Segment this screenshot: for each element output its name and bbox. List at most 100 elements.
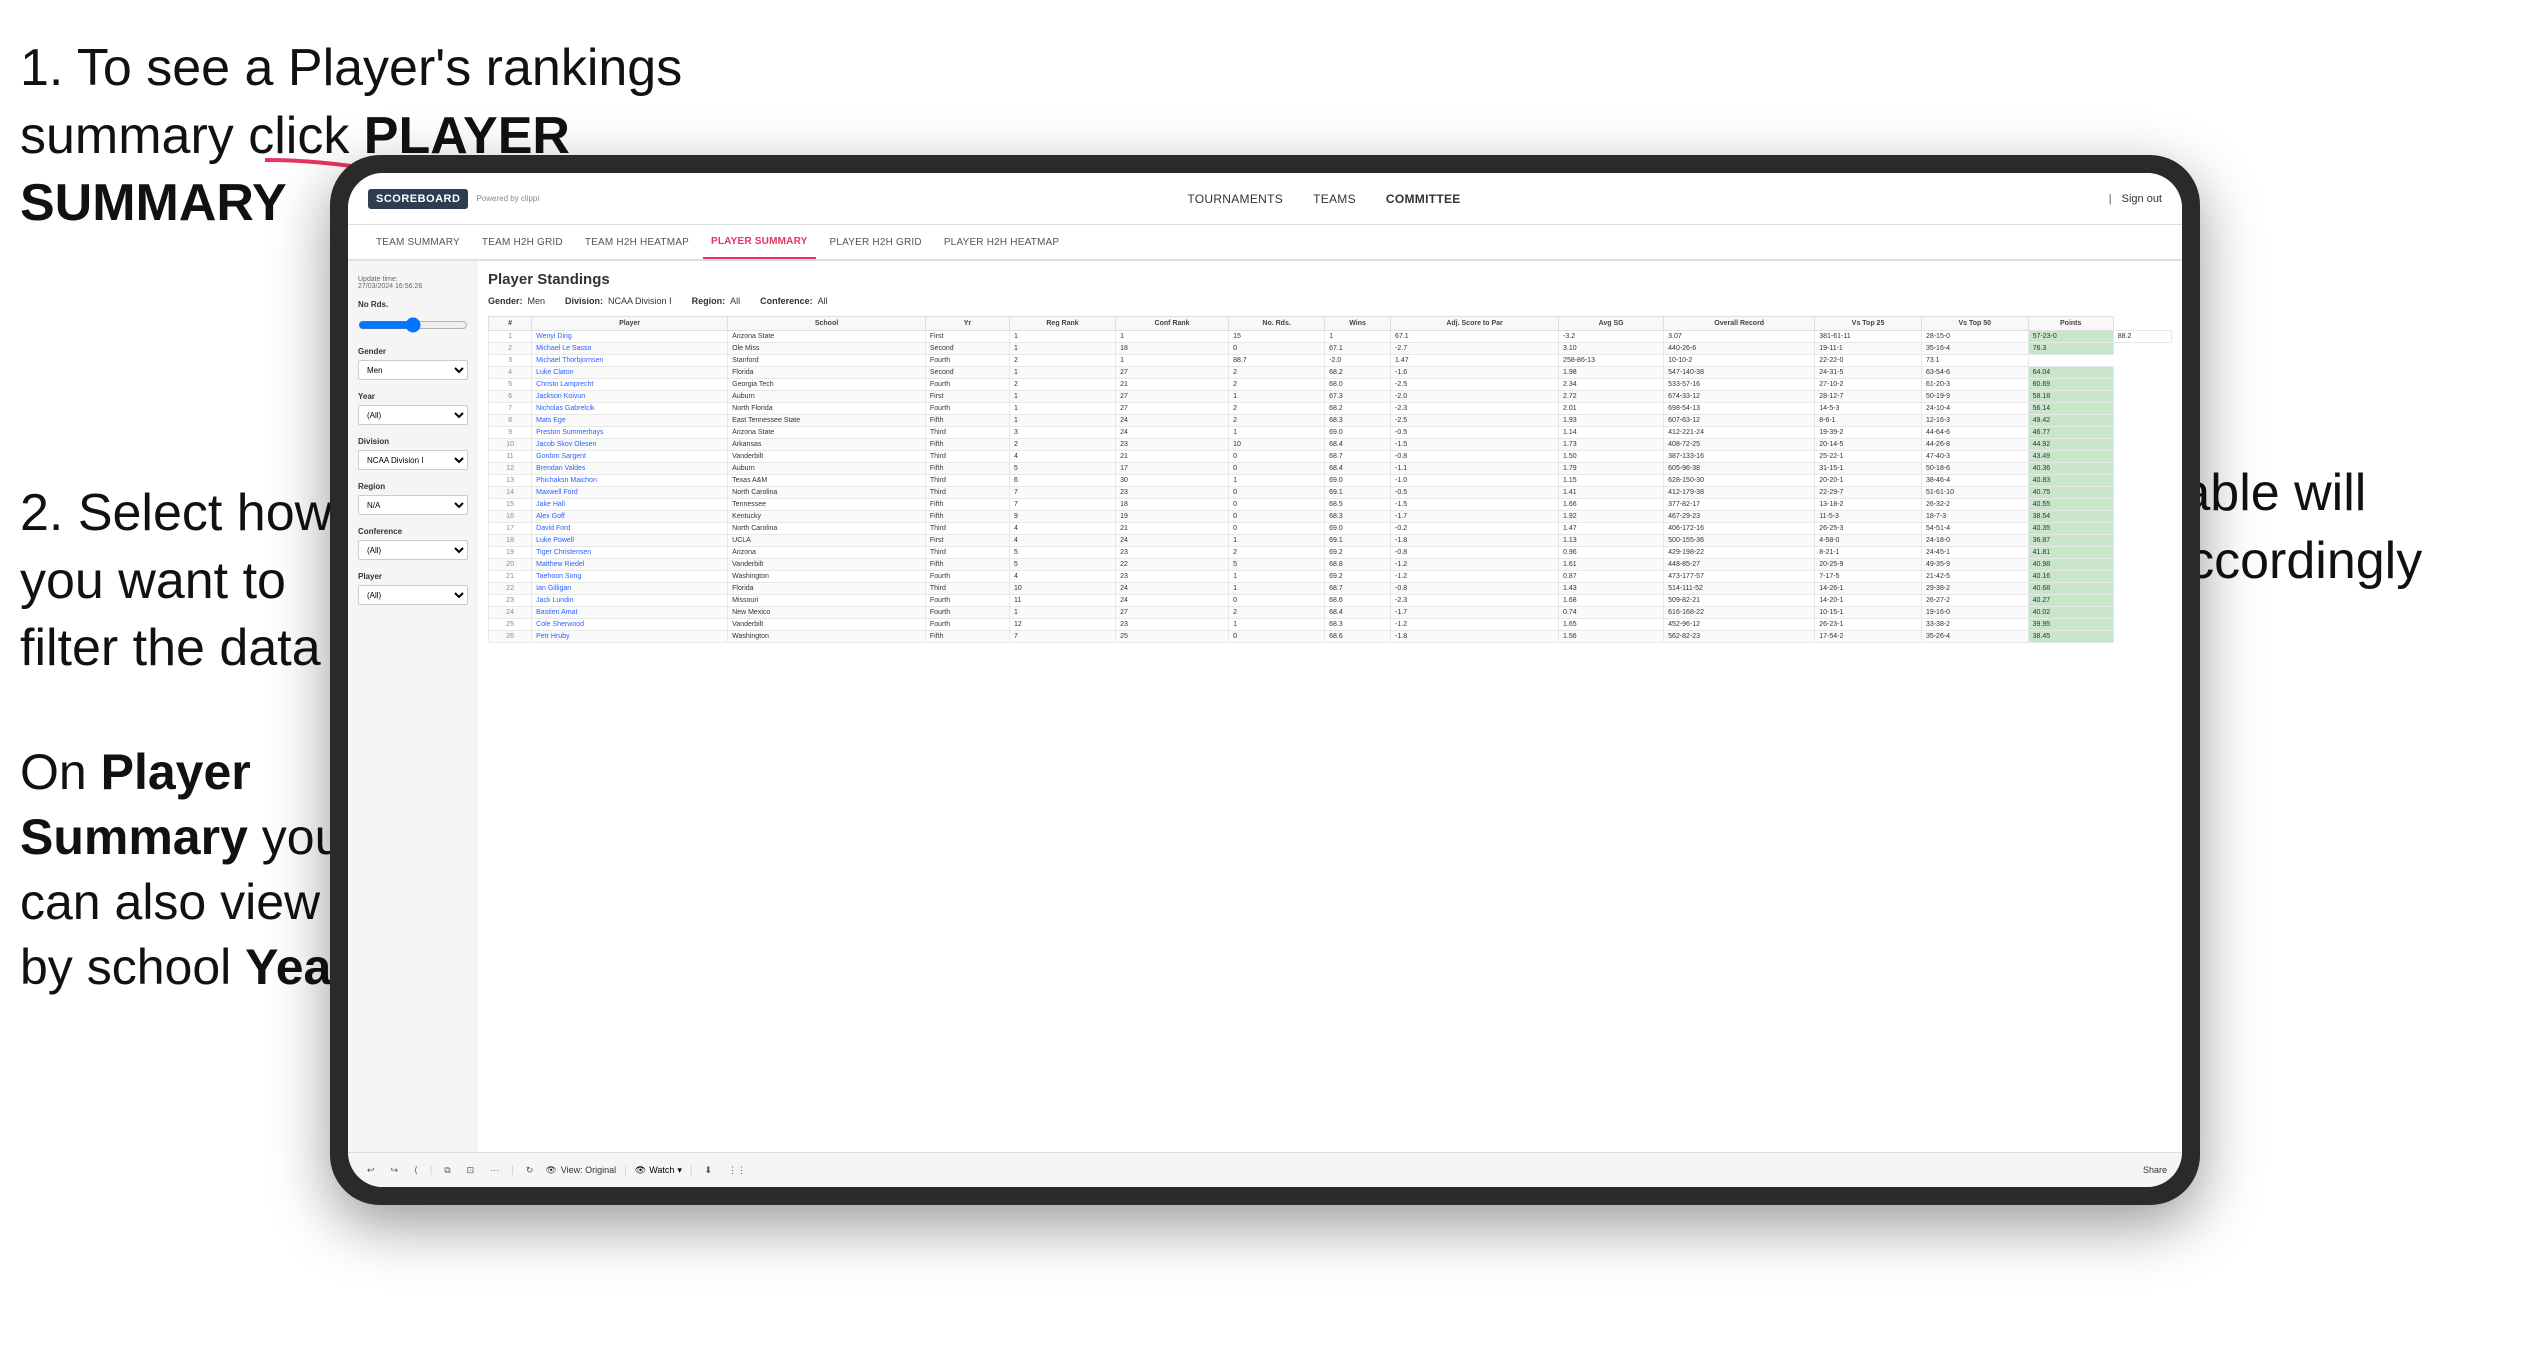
table-cell: 514-111-52 xyxy=(1664,583,1815,595)
gender-select[interactable]: Men xyxy=(358,360,468,380)
share-btn[interactable]: Share xyxy=(2143,1165,2167,1175)
table-cell: -1.7 xyxy=(1391,607,1559,619)
table-cell: Luke Powell xyxy=(532,535,728,547)
back-btn[interactable]: ⟨ xyxy=(410,1163,422,1178)
table-cell: 7 xyxy=(1010,631,1116,643)
table-cell: 23 xyxy=(1116,571,1229,583)
table-cell: 2.34 xyxy=(1559,379,1664,391)
region-select[interactable]: N/A xyxy=(358,495,468,515)
table-cell: 18 xyxy=(1116,499,1229,511)
export-btn[interactable]: ⬇ xyxy=(701,1163,717,1178)
table-cell: Third xyxy=(925,583,1009,595)
annotation-1-text-line1: 1. To see a Player's rankings xyxy=(20,39,682,97)
copy-btn[interactable]: ⧉ xyxy=(440,1163,454,1178)
conference-select[interactable]: (All) xyxy=(358,540,468,560)
sub-nav-team-h2h-grid[interactable]: TEAM H2H GRID xyxy=(474,225,571,259)
nav-tournaments[interactable]: TOURNAMENTS xyxy=(1187,192,1283,206)
sub-nav-player-summary[interactable]: PLAYER SUMMARY xyxy=(703,225,816,259)
col-vs-top50[interactable]: Vs Top 50 xyxy=(1921,317,2028,331)
table-cell: 88.2 xyxy=(2113,331,2171,343)
table-cell: 11 xyxy=(1010,595,1116,607)
col-conf-rank[interactable]: Conf Rank xyxy=(1116,317,1229,331)
sub-nav-player-h2h-grid[interactable]: PLAYER H2H GRID xyxy=(822,225,930,259)
watch-btn[interactable]: 👁 Watch ▾ xyxy=(635,1165,682,1176)
col-reg-rank[interactable]: Reg Rank xyxy=(1010,317,1116,331)
table-cell: David Ford xyxy=(532,523,728,535)
year-select[interactable]: (All) xyxy=(358,405,468,425)
table-cell: 8-21-1 xyxy=(1815,547,1922,559)
sign-out[interactable]: Sign out xyxy=(2122,193,2162,205)
table-cell: Vanderbilt xyxy=(728,619,926,631)
table-cell: Arizona State xyxy=(728,427,926,439)
table-cell: 46.77 xyxy=(2028,427,2113,439)
table-cell: 25 xyxy=(1116,631,1229,643)
table-cell: 0 xyxy=(1229,463,1325,475)
col-vs-top25[interactable]: Vs Top 25 xyxy=(1815,317,1922,331)
table-cell: 0 xyxy=(1229,631,1325,643)
tablet: SCOREBOARD Powered by clippi TOURNAMENTS… xyxy=(330,155,2200,1205)
table-cell: 605-96-38 xyxy=(1664,463,1815,475)
table-cell: 28-12-7 xyxy=(1815,391,1922,403)
table-cell: 22 xyxy=(489,583,532,595)
main-content: Update time: 27/03/2024 16:56:26 No Rds.… xyxy=(348,261,2182,1152)
col-yr[interactable]: Yr xyxy=(925,317,1009,331)
col-adj-score[interactable]: Adj. Score to Par xyxy=(1391,317,1559,331)
table-cell: 408-72-25 xyxy=(1664,439,1815,451)
sub-nav-player-h2h-heatmap[interactable]: PLAYER H2H HEATMAP xyxy=(936,225,1067,259)
col-wins[interactable]: Wins xyxy=(1325,317,1391,331)
col-player[interactable]: Player xyxy=(532,317,728,331)
division-select[interactable]: NCAA Division I xyxy=(358,450,468,470)
toolbar-sep3: | xyxy=(624,1165,627,1176)
paste-btn[interactable]: ⊡ xyxy=(463,1163,479,1178)
table-cell: 1.66 xyxy=(1559,499,1664,511)
more-btn[interactable]: ··· xyxy=(486,1163,503,1177)
col-points[interactable]: Points xyxy=(2028,317,2113,331)
more2-btn[interactable]: ⋮⋮ xyxy=(724,1163,750,1178)
undo-btn[interactable]: ↩ xyxy=(363,1163,379,1178)
no-rds-slider[interactable] xyxy=(358,317,468,333)
table-cell: 49-35-9 xyxy=(1921,559,2028,571)
table-cell: Auburn xyxy=(728,391,926,403)
table-cell: Christo Lamprecht xyxy=(532,379,728,391)
table-cell: 412-221-24 xyxy=(1664,427,1815,439)
table-cell: -2.0 xyxy=(1325,355,1391,367)
table-cell: 23 xyxy=(1116,439,1229,451)
table-row: 14Maxwell FordNorth CarolinaThird723069.… xyxy=(489,487,2172,499)
table-row: 13Phichaksn MaichonTexas A&MThird630169.… xyxy=(489,475,2172,487)
col-no-rds[interactable]: No. Rds. xyxy=(1229,317,1325,331)
table-cell: -1.2 xyxy=(1391,571,1559,583)
table-cell: 547-140-38 xyxy=(1664,367,1815,379)
table-cell: First xyxy=(925,535,1009,547)
table-cell: 4 xyxy=(1010,451,1116,463)
table-cell: Fifth xyxy=(925,631,1009,643)
table-cell: 26-27-2 xyxy=(1921,595,2028,607)
table-cell: 0 xyxy=(1229,343,1325,355)
nav-teams[interactable]: TEAMS xyxy=(1313,192,1356,206)
sub-nav-team-summary[interactable]: TEAM SUMMARY xyxy=(368,225,468,259)
sub-nav-team-h2h-heatmap[interactable]: TEAM H2H HEATMAP xyxy=(577,225,697,259)
table-row: 18Luke PowellUCLAFirst424169.1-1.81.1350… xyxy=(489,535,2172,547)
table-cell: 12-16-3 xyxy=(1921,415,2028,427)
nav-committee[interactable]: COMMITTEE xyxy=(1386,192,1461,206)
col-overall[interactable]: Overall Record xyxy=(1664,317,1815,331)
table-cell: -0.2 xyxy=(1391,523,1559,535)
table-cell: 35-16-4 xyxy=(1921,343,2028,355)
refresh-btn[interactable]: ↻ xyxy=(522,1163,538,1178)
table-cell: 67.1 xyxy=(1391,331,1559,343)
table-cell: -1.8 xyxy=(1391,631,1559,643)
view-btn[interactable]: 👁 View: Original xyxy=(545,1165,616,1176)
table-cell: 69.1 xyxy=(1325,535,1391,547)
sub-nav: TEAM SUMMARY TEAM H2H GRID TEAM H2H HEAT… xyxy=(348,225,2182,261)
player-select[interactable]: (All) xyxy=(358,585,468,605)
table-cell: 12 xyxy=(1010,619,1116,631)
table-cell: 19-11-1 xyxy=(1815,343,1922,355)
table-cell: Arkansas xyxy=(728,439,926,451)
col-avg-sg[interactable]: Avg SG xyxy=(1559,317,1664,331)
table-cell: 0 xyxy=(1229,595,1325,607)
table-cell: Third xyxy=(925,475,1009,487)
redo-btn[interactable]: ↪ xyxy=(387,1163,403,1178)
table-cell: 429-198-22 xyxy=(1664,547,1815,559)
table-cell: 63-54-6 xyxy=(1921,367,2028,379)
col-rank[interactable]: # xyxy=(489,317,532,331)
col-school[interactable]: School xyxy=(728,317,926,331)
